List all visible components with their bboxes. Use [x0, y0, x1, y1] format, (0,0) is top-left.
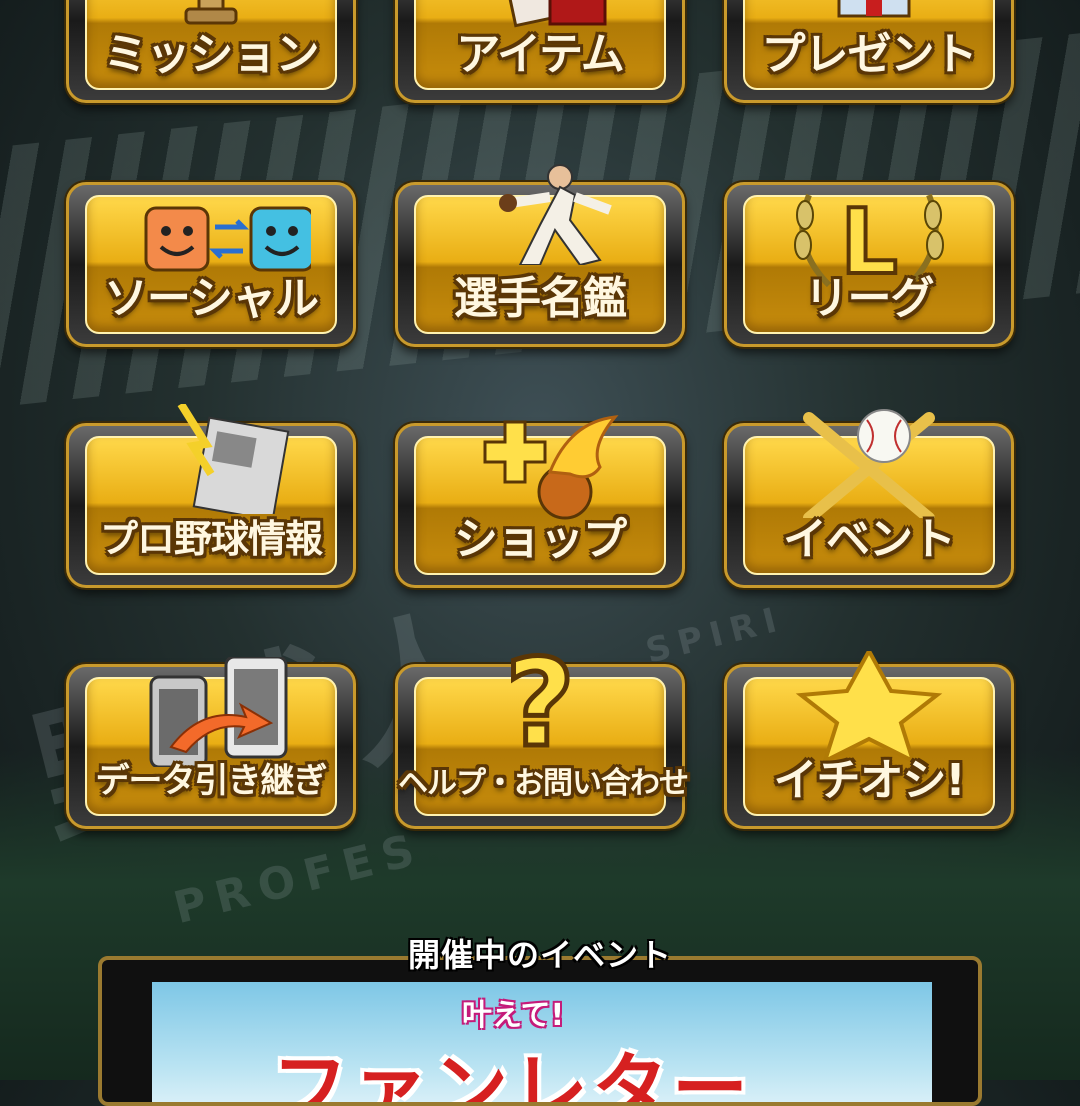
item-button[interactable]: アイテム — [395, 0, 685, 103]
player-directory-button[interactable]: 選手名鑑 — [395, 164, 685, 347]
league-button[interactable]: L リーグ — [724, 182, 1014, 347]
phone-transfer-icon — [149, 657, 288, 767]
recommended-label: イチオシ! — [773, 755, 965, 806]
mission-button[interactable]: ミッション — [66, 0, 356, 103]
newspaper-icon — [177, 404, 290, 514]
shop-button[interactable]: ショップ — [395, 415, 685, 588]
recommended-button[interactable]: イチオシ! — [724, 651, 1014, 829]
event-banner[interactable]: 叶えて! ファンレター — [152, 982, 932, 1106]
player-directory-label: 選手名鑑 — [454, 273, 627, 324]
pitcher-icon — [499, 164, 612, 265]
social-button[interactable]: ソーシャル — [66, 182, 356, 347]
data-transfer-label: データ引き継ぎ — [95, 761, 328, 801]
social-label: ソーシャル — [103, 273, 319, 324]
baseball-news-button[interactable]: プロ野球情報 — [66, 404, 356, 588]
current-event-panel: 叶えて! ファンレター — [98, 956, 982, 1106]
current-event-heading: 開催中のイベント — [407, 936, 672, 974]
event-button[interactable]: イベント — [724, 409, 1014, 588]
league-label: リーグ — [804, 273, 935, 324]
mission-label: ミッション — [103, 29, 320, 80]
bats-ball-icon — [803, 409, 935, 518]
question-mark-icon: ? — [503, 645, 578, 755]
shop-label: ショップ — [454, 514, 627, 565]
item-label: アイテム — [456, 29, 625, 80]
event-banner-title: ファンレター — [272, 1044, 752, 1106]
svg-text:?: ? — [505, 645, 575, 755]
help-contact-button[interactable]: ? ヘルプ・お問い合わせ — [395, 645, 689, 829]
data-transfer-button[interactable]: データ引き継ぎ — [66, 657, 356, 829]
event-label: イベント — [783, 514, 956, 565]
help-contact-label: ヘルプ・お問い合わせ — [398, 766, 689, 801]
present-label: プレゼント — [761, 29, 978, 80]
present-button[interactable]: プレゼント — [724, 0, 1014, 103]
baseball-news-label: プロ野球情報 — [99, 517, 323, 561]
